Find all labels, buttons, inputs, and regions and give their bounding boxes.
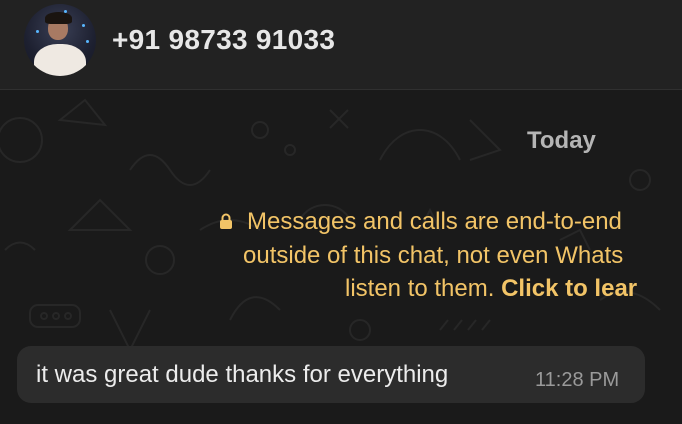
lock-icon — [220, 213, 232, 229]
avatar-light-dot — [64, 10, 67, 13]
avatar-light-dot — [82, 24, 85, 27]
message-text: it was great dude thanks for everything — [36, 361, 449, 388]
date-divider: Today — [527, 127, 596, 154]
chat-area[interactable]: Today Messages and calls are end-to-end … — [0, 90, 682, 424]
encryption-notice-line3: listen to them. Click to lear — [345, 275, 637, 303]
learn-more-link[interactable]: Click to lear — [501, 275, 637, 302]
avatar-light-dot — [86, 40, 89, 43]
avatar-light-dot — [36, 30, 39, 33]
encryption-notice-line2: outside of this chat, not even Whats — [243, 242, 624, 269]
chat-header: +91 98733 91033 — [0, 0, 682, 90]
contact-name[interactable]: +91 98733 91033 — [112, 24, 335, 56]
message-bubble[interactable]: it was great dude thanks for everything … — [17, 346, 645, 403]
avatar-shirt — [34, 44, 86, 76]
message-timestamp: 11:28 PM — [535, 369, 620, 391]
encryption-notice-line1: Messages and calls are end-to-end — [247, 208, 622, 235]
encryption-notice-text: listen to them. — [345, 275, 495, 302]
avatar[interactable] — [24, 4, 96, 76]
avatar-hair — [45, 12, 72, 24]
